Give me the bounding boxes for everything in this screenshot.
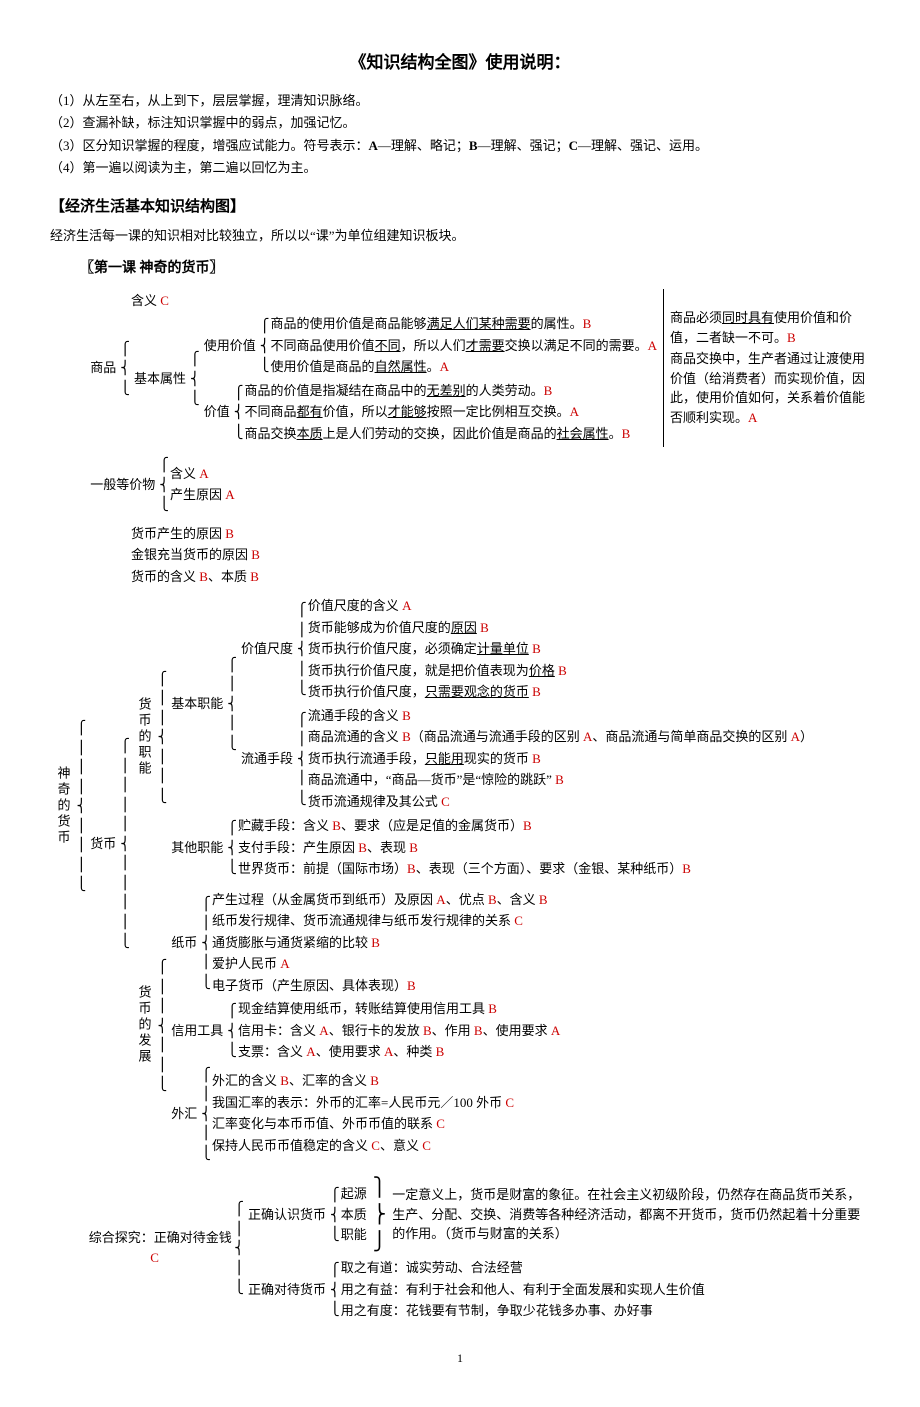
other-func-label: 其他职能	[168, 815, 226, 880]
measure-label: 价值尺度	[238, 595, 296, 703]
use-value-label: 使用价值	[201, 313, 259, 378]
commodity-label: 商品	[87, 290, 119, 447]
intro-block: （1）从左至右，从上到下，层层掌握，理清知识脉络。 （2）查漏补缺，标注知识掌握…	[50, 91, 870, 178]
fx-label: 外汇	[168, 1065, 200, 1163]
intro-line: （4）第一遍以阅读为主，第二遍以回忆为主。	[50, 158, 870, 178]
credit-label: 信用工具	[168, 998, 226, 1063]
func-label: 货币的职能	[131, 593, 157, 881]
section-heading: 【经济生活基本知识结构图】	[50, 196, 870, 219]
basic-func-label: 基本职能	[168, 594, 226, 813]
intro-line: （2）查漏补缺，标注知识掌握中的弱点，加强记忆。	[50, 113, 870, 133]
attr-label: 基本属性	[131, 312, 189, 445]
subtitle: 经济生活每一课的知识相对比较独立，所以以“课”为单位组建知识板块。	[50, 226, 870, 246]
value-label: 价值	[201, 380, 233, 445]
intro-line: （3）区分知识掌握的程度，增强应试能力。符号表示：A—理解、略记；B—理解、强记…	[50, 136, 870, 156]
explore-label: 综合探究：正确对待金钱 C	[87, 1173, 233, 1323]
equiv-label: 一般等价物	[87, 455, 158, 514]
dev-label: 货币的发展	[131, 888, 157, 1164]
side-note: 商品必须同时具有使用价值和价值，二者缺一不可。B 商品交换中，生产者通过让渡使用…	[663, 289, 870, 448]
root-label: 神奇的货币	[50, 289, 76, 1324]
page-title: 《知识结构全图》使用说明：	[50, 50, 870, 76]
intro-line: （1）从左至右，从上到下，层层掌握，理清知识脉络。	[50, 91, 870, 111]
page-number: 1	[50, 1349, 870, 1367]
paper-label: 纸币	[168, 889, 200, 997]
know-label: 正确认识货币	[245, 1174, 329, 1255]
treat-label: 正确对待货币	[245, 1257, 329, 1322]
circulation-label: 流通手段	[238, 705, 296, 813]
lesson-heading: 〖第一课 神奇的货币〗	[80, 258, 870, 279]
outline-root: 神奇的货币 ⎧⎪⎪⎪⎨⎪⎪⎪⎩ 商品 ⎧⎨⎩ 含义 C 基本属性 ⎧⎨⎩ 使用价…	[50, 289, 870, 1324]
money-label: 货币	[87, 523, 119, 1165]
